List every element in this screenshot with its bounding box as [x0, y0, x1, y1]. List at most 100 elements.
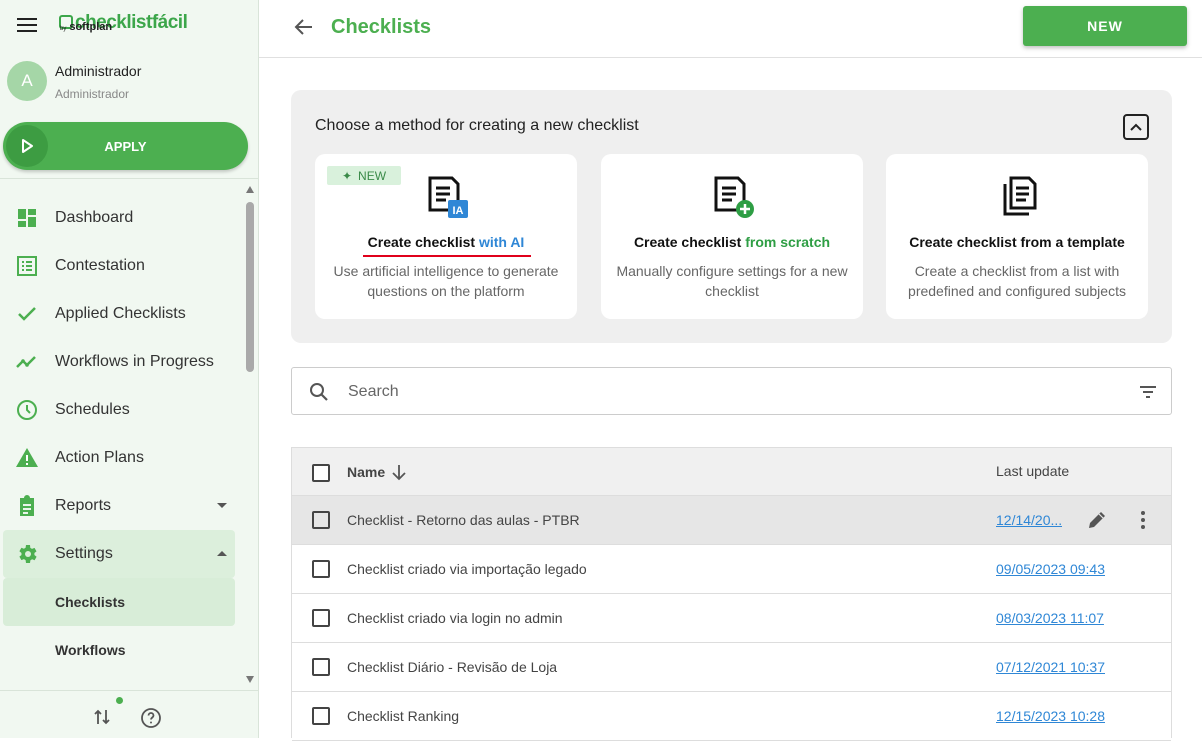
row-name[interactable]: Checklist Diário - Revisão de Loja	[347, 659, 557, 675]
check-icon	[18, 307, 36, 321]
card-description: Use artificial intelligence to generate …	[333, 263, 559, 299]
clipboard-icon	[20, 495, 34, 516]
column-header-name[interactable]: Name	[347, 464, 385, 480]
list-icon	[17, 256, 37, 276]
row-name[interactable]: Checklist Ranking	[347, 708, 459, 724]
apply-label: APPLY	[104, 138, 147, 154]
logo-by: by	[60, 26, 67, 32]
row-checkbox[interactable]	[312, 609, 330, 627]
sidebar-item-applied-checklists[interactable]: Applied Checklists	[3, 290, 235, 338]
search-icon	[310, 383, 328, 401]
row-checkbox[interactable]	[312, 658, 330, 676]
edit-pencil-icon[interactable]	[1086, 509, 1108, 531]
card-create-with-ai[interactable]: ✦ NEW IA Create checklist with AI Use art…	[315, 154, 577, 319]
sidebar-item-workflows-in-progress[interactable]: Workflows in Progress	[3, 338, 235, 386]
table-row[interactable]: Checklist criado via importação legado 0…	[292, 545, 1171, 594]
chevron-up-icon	[1130, 123, 1142, 131]
hamburger-menu-icon[interactable]	[17, 18, 37, 34]
sidebar-item-action-plans[interactable]: Action Plans	[3, 434, 235, 482]
row-date-link[interactable]: 09/05/2023 09:43	[996, 561, 1105, 577]
row-checkbox[interactable]	[312, 560, 330, 578]
sparkle-icon: ✦	[341, 168, 353, 183]
more-vertical-icon[interactable]	[1140, 510, 1146, 530]
avatar: A	[7, 61, 47, 101]
card-title-highlight: from scratch	[745, 234, 831, 250]
card-create-from-template[interactable]: Create checklist from a template Create …	[886, 154, 1148, 319]
sidebar-item-label: Settings	[55, 545, 113, 562]
user-role: Administrador	[55, 87, 130, 101]
sidebar-item-contestation[interactable]: Contestation	[3, 242, 235, 290]
logo-brand: softplan	[69, 21, 113, 33]
play-icon	[6, 125, 48, 167]
trend-icon	[16, 356, 36, 368]
table-row[interactable]: Checklist - Retorno das aulas - PTBR 12/…	[292, 496, 1171, 545]
card-title-prefix: Create checklist	[367, 234, 479, 250]
page-title: Checklists	[331, 16, 432, 38]
scroll-thumb[interactable]	[246, 202, 254, 372]
back-arrow-icon[interactable]	[293, 16, 315, 38]
scroll-up-icon[interactable]	[246, 186, 254, 193]
scroll-down-icon[interactable]	[246, 676, 254, 683]
user-name: Administrador	[55, 63, 142, 79]
method-panel-title: Choose a method for creating a new check…	[315, 117, 639, 134]
column-header-last-update[interactable]: Last update	[996, 463, 1069, 479]
sidebar-item-settings[interactable]: Settings	[3, 530, 235, 578]
warning-icon	[16, 448, 38, 467]
card-title: Create checklist from a template	[909, 234, 1125, 250]
table-header: Name Last update	[292, 448, 1171, 496]
clock-icon	[17, 400, 37, 420]
row-name[interactable]: Checklist criado via importação legado	[347, 561, 587, 577]
collapse-button[interactable]	[1123, 114, 1149, 140]
row-date-link[interactable]: 12/15/2023 10:28	[996, 708, 1105, 724]
sidebar-footer	[0, 690, 259, 738]
table-row[interactable]: Checklist Diário - Revisão de Loja 07/12…	[292, 643, 1171, 692]
card-title-prefix: Create checklist	[633, 234, 746, 250]
filter-icon[interactable]	[1138, 382, 1158, 402]
row-date-link[interactable]: 07/12/2021 10:37	[996, 659, 1105, 675]
sort-down-icon[interactable]	[391, 463, 407, 481]
card-description: Create a checklist from a list with pred…	[908, 263, 1126, 299]
sidebar-subitem-checklists[interactable]: Checklists	[3, 578, 235, 626]
select-all-checkbox[interactable]	[312, 464, 330, 482]
search-input[interactable]	[348, 378, 1108, 406]
sidebar-scrollbar[interactable]	[243, 182, 257, 690]
row-date-link[interactable]: 08/03/2023 11:07	[996, 610, 1104, 626]
copy-documents-icon	[1003, 176, 1037, 216]
apply-button[interactable]: APPLY	[3, 122, 248, 170]
sidebar-item-schedules[interactable]: Schedules	[3, 386, 235, 434]
row-name[interactable]: Checklist - Retorno das aulas - PTBR	[347, 512, 580, 528]
new-badge: ✦ NEW	[327, 166, 401, 185]
row-checkbox[interactable]	[312, 707, 330, 725]
help-icon[interactable]	[140, 707, 162, 729]
sidebar-item-label: Contestation	[55, 257, 145, 274]
gear-icon	[19, 545, 37, 563]
card-title: Create checklist with AI	[315, 234, 577, 250]
new-badge-label: NEW	[358, 168, 387, 183]
sidebar-item-label: Workflows in Progress	[55, 353, 214, 370]
red-underline-annotation	[363, 255, 531, 257]
document-ai-icon: IA	[428, 176, 468, 218]
chevron-down-icon	[217, 503, 227, 508]
sidebar-subitem-label: Workflows	[55, 642, 126, 658]
table-row[interactable]: Checklist criado via login no admin 08/0…	[292, 594, 1171, 643]
sidebar-item-dashboard[interactable]: Dashboard	[3, 194, 235, 242]
checklists-table: Name Last update Checklist - Retorno das…	[291, 447, 1172, 741]
card-create-from-scratch[interactable]: Create checklist from scratch Manually c…	[601, 154, 863, 319]
sidebar-subitem-workflows[interactable]: Workflows	[3, 626, 235, 674]
sidebar-nav: Dashboard Contestation Applied Checklist…	[3, 194, 235, 674]
logo-subtitle: by softplan	[60, 21, 112, 33]
sync-status-dot	[116, 697, 123, 704]
sidebar-subitem-label: Checklists	[55, 594, 126, 610]
page-header: Checklists NEW	[259, 0, 1202, 58]
create-method-panel: Choose a method for creating a new check…	[291, 90, 1172, 343]
sync-icon[interactable]	[92, 707, 112, 727]
row-date-link[interactable]: 12/14/20...	[996, 512, 1062, 528]
new-button[interactable]: NEW	[1023, 6, 1187, 46]
sidebar-item-reports[interactable]: Reports	[3, 482, 235, 530]
card-title-highlight: with AI	[478, 234, 525, 250]
row-checkbox[interactable]	[312, 511, 330, 529]
table-row[interactable]: Checklist Ranking 12/15/2023 10:28	[292, 692, 1171, 741]
dashboard-icon	[18, 209, 36, 227]
row-name[interactable]: Checklist criado via login no admin	[347, 610, 563, 626]
search-bar	[291, 367, 1172, 415]
